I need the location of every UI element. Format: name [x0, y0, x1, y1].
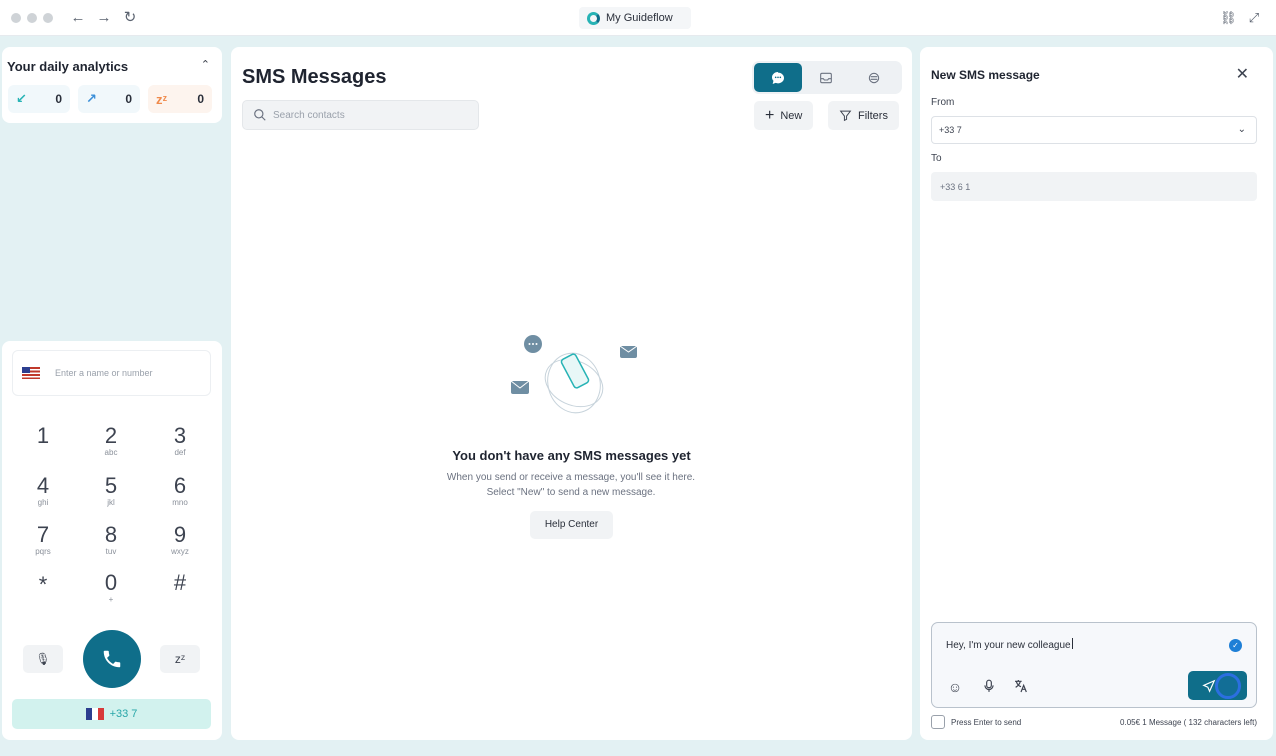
snooze-icon: zᶻ — [174, 652, 186, 666]
dial-key-1[interactable]: 1 — [18, 424, 68, 448]
sms-messages-panel: SMS Messages Search contacts + New Filte… — [231, 47, 912, 740]
incoming-call-icon: ↙ — [16, 91, 27, 106]
browser-tab-title: My Guideflow — [579, 7, 691, 29]
guideflow-logo-icon — [587, 11, 600, 25]
tab-sms[interactable] — [754, 63, 802, 92]
forward-arrow-icon[interactable]: → — [95, 9, 113, 27]
dial-key-0[interactable]: 0 + — [86, 571, 136, 605]
filter-icon — [839, 110, 852, 122]
snooze-icon: zᶻ — [156, 91, 168, 107]
phone-icon — [103, 650, 121, 668]
stat-value: 0 — [55, 92, 62, 106]
voicemail-button[interactable]: 🎙 — [23, 645, 63, 673]
help-center-button[interactable]: Help Center — [530, 511, 613, 539]
message-composer[interactable]: Hey, I'm your new colleague ✓ ☺ — [931, 622, 1257, 708]
maximize-window-dot[interactable] — [43, 13, 53, 23]
stat-value: 0 — [125, 92, 132, 106]
snooze-button[interactable]: zᶻ — [160, 645, 200, 673]
inbox-icon — [820, 72, 832, 83]
reload-icon[interactable]: ↻ — [121, 9, 139, 27]
dial-key-6[interactable]: 6 mno — [155, 474, 205, 508]
translate-icon[interactable] — [1012, 678, 1030, 696]
microphone-icon: 🎙 — [35, 652, 51, 666]
search-icon — [254, 109, 266, 121]
filters-button[interactable]: Filters — [828, 101, 899, 130]
send-button[interactable] — [1188, 671, 1247, 700]
fr-flag-icon — [85, 708, 104, 720]
dialer-panel: Enter a name or number 1 2 abc 3 def 4 ghi … — [2, 341, 222, 740]
from-value: +33 7 — [939, 125, 962, 135]
from-select[interactable]: +33 7 ⌄ — [931, 116, 1257, 144]
stat-outgoing-calls: ↗ 0 — [78, 85, 140, 113]
panel-title: New SMS message — [931, 68, 1040, 82]
dial-key-7[interactable]: 7 pqrs — [18, 523, 68, 557]
to-label: To — [931, 153, 942, 164]
tab-sync[interactable] — [850, 63, 898, 92]
new-button[interactable]: + New — [754, 101, 814, 130]
call-button[interactable] — [83, 630, 141, 688]
empty-state-title: You don't have any SMS messages yet — [452, 448, 691, 463]
new-sms-panel: New SMS message ✕ From +33 7 ⌄ To +33 6 … — [920, 47, 1273, 740]
us-flag-icon[interactable] — [22, 367, 40, 379]
sync-icon — [868, 72, 880, 83]
dial-key-8[interactable]: 8 tuv — [86, 523, 136, 557]
press-enter-label: Press Enter to send — [951, 717, 1022, 727]
emoji-icon[interactable]: ☺ — [946, 678, 964, 696]
analytics-title: Your daily analytics — [7, 59, 129, 74]
filters-label: Filters — [858, 109, 888, 122]
empty-state-description: When you send or receive a message, you'… — [446, 472, 696, 498]
dial-key-3[interactable]: 3 def — [155, 424, 205, 458]
close-icon[interactable]: ✕ — [1236, 64, 1249, 84]
message-cost: 0.05€ 1 Message ( 132 characters left) — [1120, 717, 1257, 727]
stat-snoozed: zᶻ 0 — [148, 85, 212, 113]
dialer-placeholder: Enter a name or number — [55, 368, 153, 378]
dial-key-9[interactable]: 9 wxyz — [155, 523, 205, 557]
empty-state-illustration — [510, 335, 637, 414]
press-enter-checkbox[interactable] — [931, 715, 945, 729]
send-icon — [1202, 679, 1216, 693]
browser-chrome: ← → ↻ My Guideflow ⛓ ⤢ — [0, 0, 1276, 36]
search-input[interactable]: Search contacts — [242, 100, 479, 130]
check-circle-icon: ✓ — [1229, 639, 1242, 652]
caller-number: +33 7 — [109, 708, 138, 720]
plus-icon: + — [765, 106, 775, 124]
link-icon[interactable]: ⛓ — [1220, 10, 1237, 26]
tab-inbox[interactable] — [802, 63, 850, 92]
composer-footer: Press Enter to send 0.05€ 1 Message ( 13… — [931, 715, 1257, 729]
to-field[interactable]: +33 6 1 — [931, 172, 1257, 201]
to-value: +33 6 1 — [940, 181, 971, 192]
new-label: New — [780, 109, 803, 122]
chevron-down-icon: ⌄ — [1237, 124, 1246, 135]
from-label: From — [931, 97, 955, 108]
search-placeholder: Search contacts — [273, 109, 345, 121]
dial-key-hash[interactable]: # — [155, 571, 205, 595]
browser-title-text: My Guideflow — [606, 12, 673, 24]
window-controls — [11, 13, 53, 23]
close-window-dot[interactable] — [11, 13, 21, 23]
stat-incoming-calls: ↙ 0 — [8, 85, 70, 113]
chat-bubble-icon — [772, 71, 784, 84]
dial-key-5[interactable]: 5 jkl — [86, 474, 136, 508]
page-title: SMS Messages — [242, 66, 387, 88]
dial-key-2[interactable]: 2 abc — [86, 424, 136, 458]
click-indicator — [1215, 673, 1241, 699]
expand-icon[interactable]: ⤢ — [1246, 10, 1262, 26]
back-arrow-icon[interactable]: ← — [69, 9, 87, 27]
chevron-up-icon[interactable]: ⌃ — [201, 58, 210, 71]
dial-key-star[interactable]: * — [18, 573, 68, 597]
dialer-input[interactable]: Enter a name or number — [12, 350, 211, 396]
caller-number-bar[interactable]: +33 7 — [12, 699, 211, 729]
minimize-window-dot[interactable] — [27, 13, 37, 23]
channel-switcher — [752, 61, 902, 94]
stat-value: 0 — [197, 92, 204, 106]
outgoing-call-icon: ↗ — [86, 91, 97, 106]
dial-key-4[interactable]: 4 ghi — [18, 474, 68, 508]
daily-analytics-panel: Your daily analytics ⌃ ↙ 0 ↗ 0 zᶻ 0 — [2, 47, 222, 123]
microphone-icon[interactable] — [980, 678, 998, 696]
message-text[interactable]: Hey, I'm your new colleague — [946, 638, 1073, 651]
